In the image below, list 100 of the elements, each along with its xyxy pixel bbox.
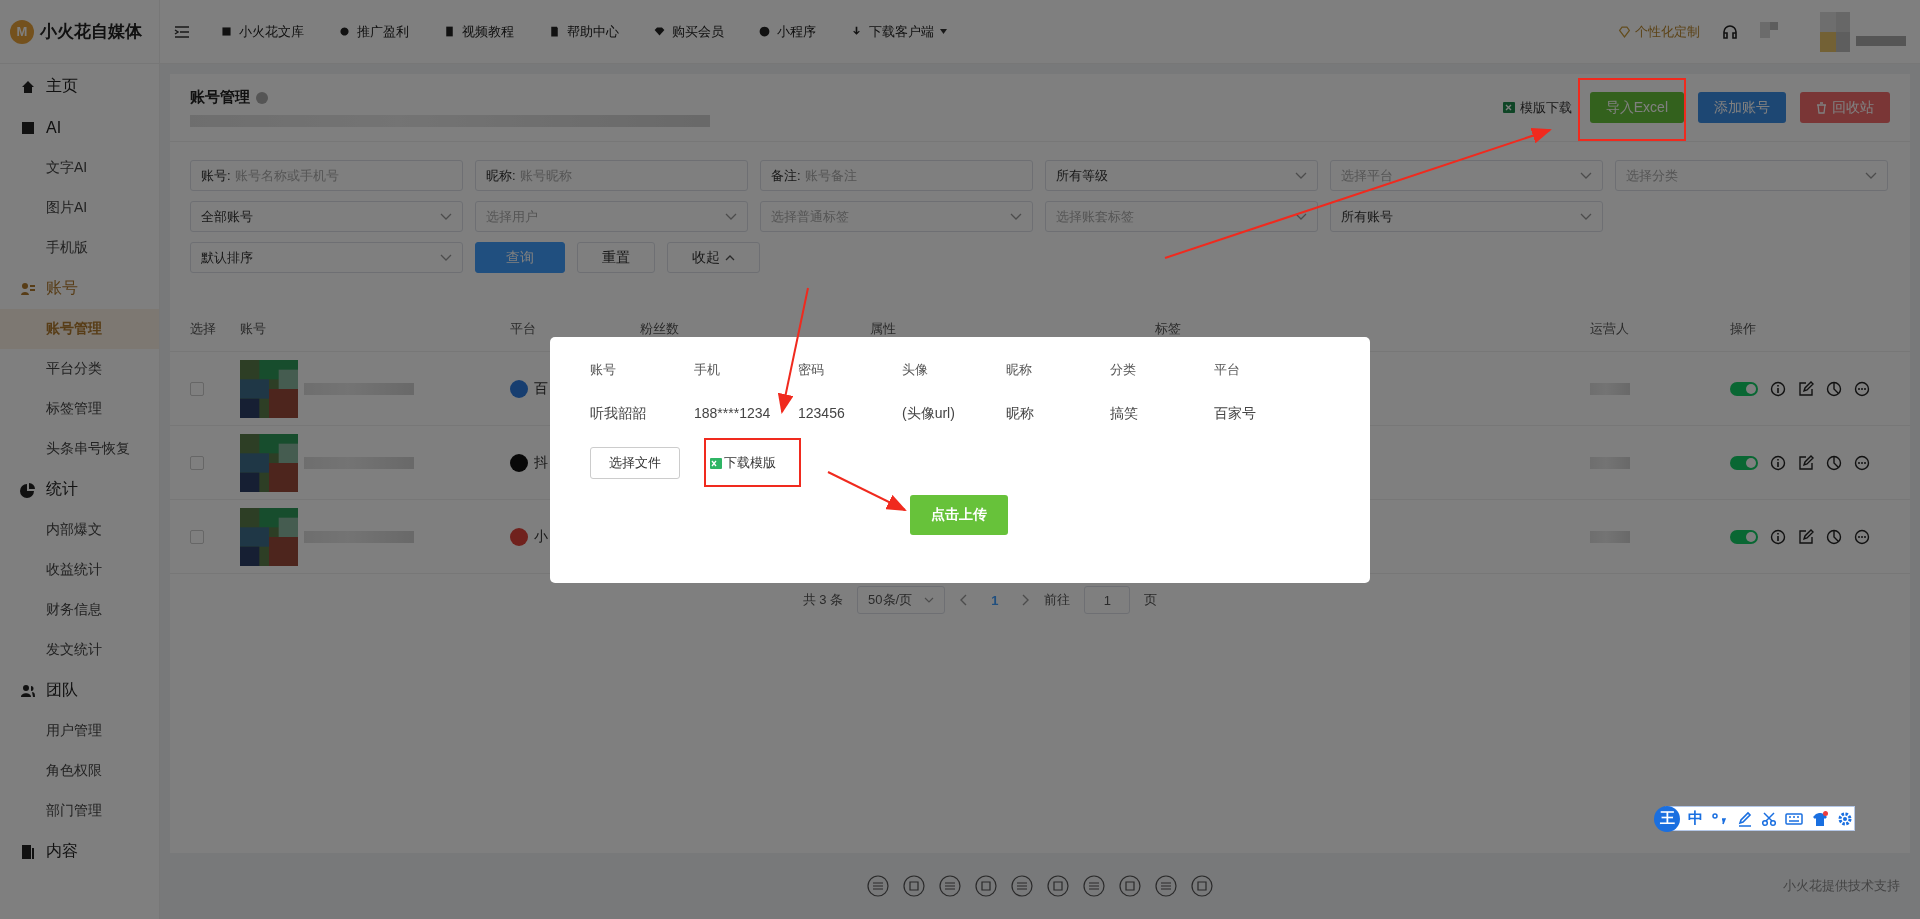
sidebar-item[interactable]: 收益统计	[0, 550, 159, 590]
tool-icon[interactable]	[1191, 875, 1213, 897]
sidebar-item[interactable]: 头条串号恢复	[0, 429, 159, 469]
tool-icon[interactable]	[903, 875, 925, 897]
edit-icon[interactable]	[1798, 380, 1814, 397]
sidebar-group[interactable]: 团队	[0, 670, 159, 711]
sidebar-group[interactable]: 内容	[0, 831, 159, 872]
menu-icon[interactable]	[174, 24, 190, 39]
table-cell-text: 123456	[798, 405, 846, 423]
column-header: 密码	[798, 361, 825, 379]
nav-link[interactable]: 小程序	[758, 22, 816, 41]
sidebar-item[interactable]: 发文统计	[0, 630, 159, 670]
search-button[interactable]: 查询	[475, 242, 565, 273]
chevron-down-icon	[924, 596, 935, 604]
tool-icon[interactable]	[975, 875, 997, 897]
tool-icon[interactable]	[1119, 875, 1141, 897]
chart-icon[interactable]	[1826, 454, 1842, 471]
toggle-switch[interactable]	[1730, 381, 1758, 396]
sidebar-item[interactable]: 部门管理	[0, 791, 159, 831]
nav-link[interactable]: 购买会员	[653, 22, 724, 41]
column-header: 运营人	[1590, 320, 1630, 338]
shirt-icon[interactable]	[1811, 809, 1829, 828]
ime-mode[interactable]: 中	[1688, 809, 1703, 828]
nav-link[interactable]: 下载客户端	[850, 22, 947, 41]
chevron-down-icon	[1580, 171, 1592, 180]
edit-icon[interactable]	[1798, 454, 1814, 471]
tool-icon[interactable]	[1155, 875, 1177, 897]
excel-icon	[710, 456, 722, 470]
tool-icon[interactable]	[1011, 875, 1033, 897]
sidebar-item[interactable]: 文字AI	[0, 148, 159, 188]
toggle-switch[interactable]	[1730, 455, 1758, 470]
filter-select[interactable]: 所有账号	[1330, 201, 1603, 232]
nav-icon	[338, 25, 351, 38]
column-header: 粉丝数	[640, 320, 680, 338]
scissors-icon[interactable]	[1761, 810, 1777, 827]
keyboard-icon[interactable]	[1785, 811, 1803, 826]
chart-icon[interactable]	[1826, 528, 1842, 545]
column-header: 手机	[694, 361, 721, 379]
settings-icon[interactable]	[1837, 810, 1853, 827]
collapse-button[interactable]: 收起	[667, 242, 760, 273]
customize-link[interactable]: 个性化定制	[1618, 22, 1700, 41]
tool-icon[interactable]	[1047, 875, 1069, 897]
info-icon[interactable]	[1770, 380, 1786, 397]
action-button[interactable]: 模版下载	[1498, 92, 1576, 123]
info-icon[interactable]	[1770, 528, 1786, 545]
column-header: 平台	[1214, 361, 1241, 379]
row-checkbox[interactable]	[190, 529, 204, 544]
toggle-switch[interactable]	[1730, 529, 1758, 544]
sidebar-item[interactable]: 账号管理	[0, 309, 159, 349]
nav-icon	[758, 25, 771, 38]
help-icon[interactable]	[256, 91, 268, 104]
nav-link[interactable]: 帮助中心	[548, 22, 619, 41]
sidebar-item[interactable]: 图片AI	[0, 188, 159, 228]
chart-icon[interactable]	[1826, 380, 1842, 397]
brand-logo: M	[10, 19, 34, 44]
more-icon[interactable]	[1854, 380, 1870, 397]
table-cell-text: 听我韶韶	[590, 405, 647, 423]
filter-select[interactable]: 所有等级	[1045, 160, 1318, 191]
edit-icon[interactable]	[1798, 528, 1814, 545]
more-icon[interactable]	[1854, 528, 1870, 545]
sidebar-item[interactable]: 财务信息	[0, 590, 159, 630]
sidebar-item[interactable]: 内部爆文	[0, 510, 159, 550]
headset-icon[interactable]	[1722, 23, 1738, 40]
nav-link[interactable]: 小火花文库	[220, 22, 304, 41]
sidebar-group[interactable]: 主页	[0, 66, 159, 107]
sidebar-group[interactable]: 统计	[0, 469, 159, 510]
sidebar-item[interactable]: 手机版	[0, 228, 159, 268]
upload-button[interactable]: 点击上传	[910, 495, 1008, 535]
row-checkbox[interactable]	[190, 381, 204, 396]
sidebar-item[interactable]: 角色权限	[0, 751, 159, 791]
reset-button[interactable]: 重置	[577, 242, 655, 273]
tool-icon[interactable]	[867, 875, 889, 897]
row-checkbox[interactable]	[190, 455, 204, 470]
info-icon[interactable]	[1770, 454, 1786, 471]
action-button[interactable]: 添加账号	[1698, 92, 1786, 123]
filter-select[interactable]: 默认排序	[190, 242, 463, 273]
page-input[interactable]: 1	[1084, 586, 1131, 614]
sidebar-item[interactable]: 标签管理	[0, 389, 159, 429]
page-number[interactable]: 1	[983, 592, 1007, 608]
page-suffix: 页	[1144, 591, 1158, 609]
chevron-down-icon	[440, 212, 452, 221]
chevron-down-icon	[1580, 212, 1592, 221]
nav-link[interactable]: 推广盈利	[338, 22, 409, 41]
sidebar-item[interactable]: 用户管理	[0, 711, 159, 751]
chevron-down-icon	[1295, 171, 1307, 180]
next-page-icon[interactable]	[1020, 594, 1031, 606]
tool-icon[interactable]	[939, 875, 961, 897]
tool-icon[interactable]	[1083, 875, 1105, 897]
filter-select[interactable]: 全部账号	[190, 201, 463, 232]
more-icon[interactable]	[1854, 454, 1870, 471]
punctuation-icon[interactable]	[1711, 810, 1729, 827]
pen-icon[interactable]	[1737, 810, 1753, 827]
sidebar-group[interactable]: AI	[0, 107, 159, 148]
download-template-link[interactable]: 下载模版	[710, 454, 776, 472]
page-size-select[interactable]: 50条/页	[857, 586, 946, 614]
choose-file-button[interactable]: 选择文件	[590, 447, 680, 479]
nav-link[interactable]: 视频教程	[443, 22, 514, 41]
chevron-down-icon	[1295, 212, 1307, 221]
sidebar-item[interactable]: 平台分类	[0, 349, 159, 389]
sidebar-group[interactable]: 账号	[0, 268, 159, 309]
